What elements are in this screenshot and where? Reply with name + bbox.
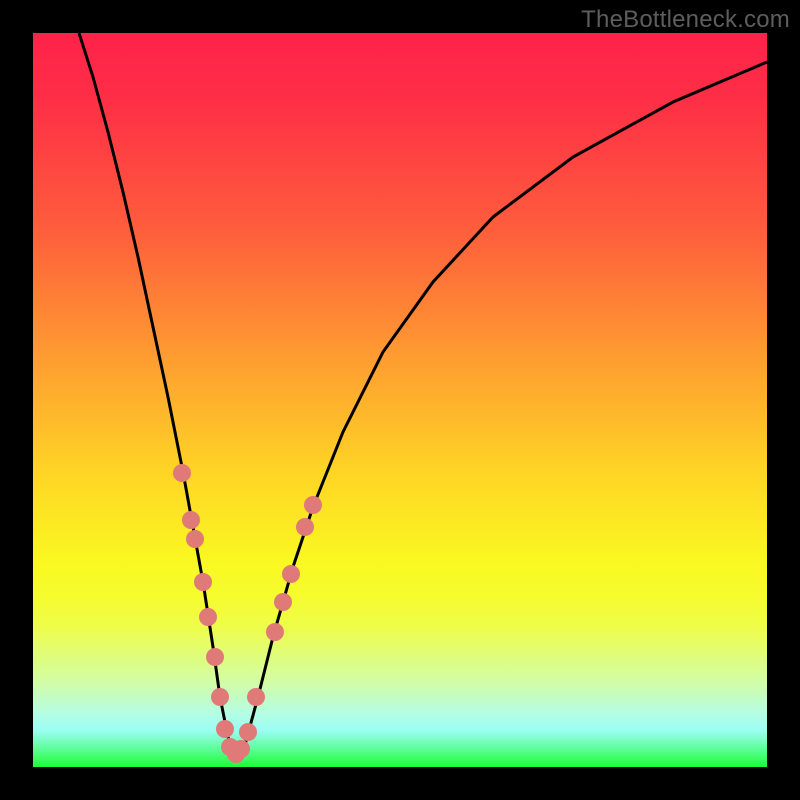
- data-point: [274, 593, 292, 611]
- watermark-text: TheBottleneck.com: [581, 6, 790, 34]
- data-point: [173, 464, 191, 482]
- data-point: [304, 496, 322, 514]
- data-point: [211, 688, 229, 706]
- data-point: [266, 623, 284, 641]
- data-point: [194, 573, 212, 591]
- data-point: [199, 608, 217, 626]
- data-point: [182, 511, 200, 529]
- outer-frame: TheBottleneck.com: [0, 0, 800, 800]
- data-point: [247, 688, 265, 706]
- chart-svg: [33, 33, 767, 767]
- data-point: [239, 723, 257, 741]
- data-point: [206, 648, 224, 666]
- data-point: [186, 530, 204, 548]
- data-point: [232, 740, 250, 758]
- bottleneck-curve: [79, 33, 767, 757]
- plot-area: [33, 33, 767, 767]
- marker-group: [173, 464, 322, 763]
- data-point: [296, 518, 314, 536]
- data-point: [282, 565, 300, 583]
- data-point: [216, 720, 234, 738]
